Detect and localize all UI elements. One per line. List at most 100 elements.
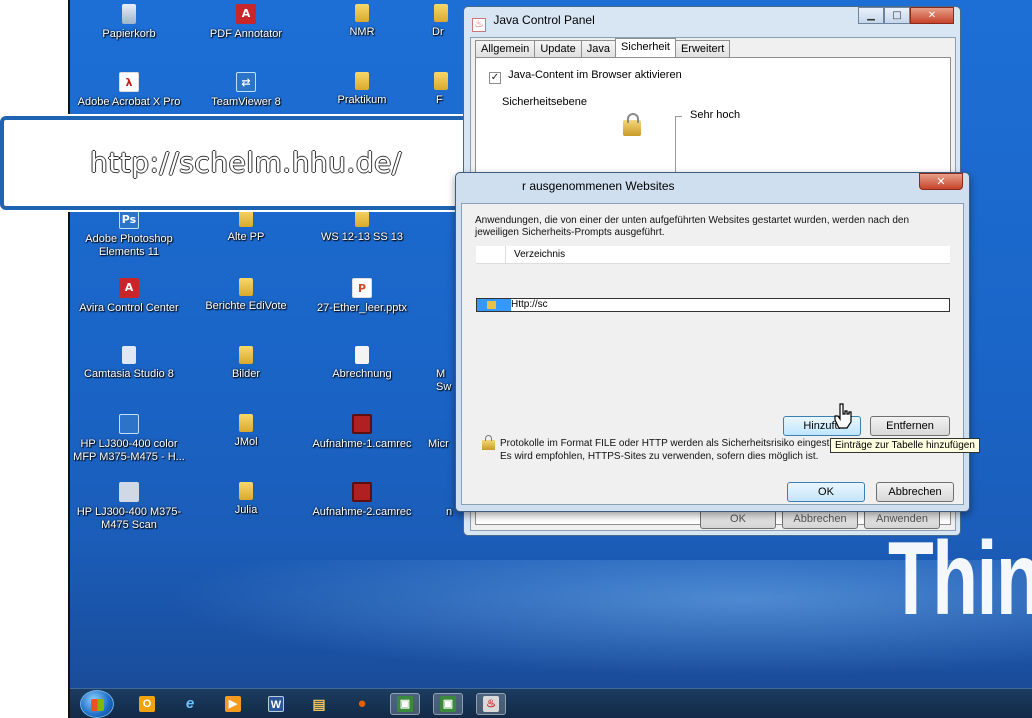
minimize-button[interactable]: ▁ xyxy=(858,7,884,24)
java-content-checkbox-row[interactable]: ✓ Java-Content im Browser aktivieren xyxy=(489,69,682,84)
tab-bar: Allgemein Update Java Sicherheit Erweite… xyxy=(475,38,731,57)
desktop-icon-nmr[interactable]: NMR xyxy=(303,4,421,39)
warning-lock-icon xyxy=(482,435,495,450)
taskbar-outlook[interactable]: O xyxy=(132,693,162,715)
desktop-icon-hp-scan[interactable]: HP LJ300-400 M375-M475 Scan xyxy=(70,482,188,532)
warning-line-2: Es wird empfohlen, HTTPS-Sites zu verwen… xyxy=(500,451,819,462)
tab-sicherheit[interactable]: Sicherheit xyxy=(615,38,676,57)
file-explorer-icon: ▤ xyxy=(312,696,326,712)
security-level-slider[interactable] xyxy=(675,116,676,176)
desktop-icon-pdf-annotator[interactable]: A PDF Annotator xyxy=(187,4,305,41)
taskbar-firefox[interactable]: ● xyxy=(347,693,377,715)
tab-allgemein[interactable]: Allgemein xyxy=(475,40,536,57)
camtasia-icon xyxy=(122,346,136,364)
slider-tick xyxy=(675,116,682,117)
taskbar-internet-explorer[interactable]: e xyxy=(175,693,205,715)
printer-icon xyxy=(119,414,139,434)
desktop-icon-ether-pptx[interactable]: P 27-Ether_leer.pptx xyxy=(303,278,421,315)
folder-icon xyxy=(239,482,253,500)
acrobat-icon: λ xyxy=(119,72,139,92)
desktop-icon-f[interactable]: F xyxy=(420,72,460,107)
dialog-title: r ausgenommenen Websites xyxy=(522,179,675,193)
tab-java[interactable]: Java xyxy=(580,40,617,57)
folder-icon xyxy=(239,414,253,432)
folder-icon xyxy=(239,346,253,364)
window-controls: ▁ □ ✕ xyxy=(858,7,954,25)
header-blank-cell xyxy=(476,246,506,264)
security-warning-text: Protokolle im Format FILE oder HTTP werd… xyxy=(500,437,840,463)
dialog-description: Anwendungen, die von einer der unten auf… xyxy=(475,215,909,238)
exception-site-list-dialog: r ausgenommenen Websites ✕ Anwendungen, … xyxy=(455,172,970,512)
java-content-checkbox-label: Java-Content im Browser aktivieren xyxy=(508,69,682,81)
taskbar-camtasia-studio[interactable]: ▣ xyxy=(433,693,463,715)
camrec-file-icon xyxy=(352,414,372,434)
jcp-ok-button[interactable]: OK xyxy=(700,509,776,529)
desktop-icon-jmol[interactable]: JMol xyxy=(187,414,305,449)
camtasia-studio-icon: ▣ xyxy=(440,696,456,712)
powerpoint-file-icon: P xyxy=(352,278,372,298)
java-content-checkbox[interactable]: ✓ xyxy=(489,72,501,84)
media-player-icon: ▶ xyxy=(225,696,241,712)
dialog-close-button[interactable]: ✕ xyxy=(919,173,963,190)
windows-logo-icon xyxy=(91,699,104,711)
desktop-icon-ws[interactable]: WS 12-13 SS 13 xyxy=(303,209,421,244)
desktop-icon-acrobat[interactable]: λ Adobe Acrobat X Pro xyxy=(70,72,188,109)
desktop-icon-avira[interactable]: A Avira Control Center xyxy=(70,278,188,315)
start-button[interactable] xyxy=(80,690,114,718)
left-margin xyxy=(0,0,70,718)
desktop-icon-alte-pp[interactable]: Alte PP xyxy=(187,209,305,244)
folder-icon xyxy=(355,209,369,227)
teamviewer-icon: ⇄ xyxy=(236,72,256,92)
desktop-icon-julia[interactable]: Julia xyxy=(187,482,305,517)
security-level-label: Sicherheitsebene xyxy=(502,96,588,108)
firefox-icon: ● xyxy=(357,695,367,712)
desktop-icon-camtasia[interactable]: Camtasia Studio 8 xyxy=(70,346,188,381)
desktop-icon-n[interactable]: n xyxy=(420,482,460,519)
taskbar-file-explorer[interactable]: ▤ xyxy=(304,693,334,715)
desktop-icon-aufnahme-2[interactable]: Aufnahme-2.camrec xyxy=(303,482,421,519)
desktop-icon-aufnahme-1[interactable]: Aufnahme-1.camrec xyxy=(303,414,421,451)
desktop-icon-photoshop[interactable]: Ps Adobe Photoshop Elements 11 xyxy=(70,209,188,259)
desktop-icon-praktikum[interactable]: Praktikum xyxy=(303,72,421,107)
jcp-apply-button[interactable]: Anwenden xyxy=(864,509,940,529)
maximize-button[interactable]: □ xyxy=(884,7,910,24)
table-row[interactable]: Http://sc xyxy=(476,298,950,312)
desktop-icon-abrechnung[interactable]: Abrechnung xyxy=(303,346,421,381)
site-table-body: Http://sc xyxy=(476,264,950,414)
taskbar-camtasia-recorder[interactable]: ▣ xyxy=(390,693,420,715)
desktop-icon-teamviewer[interactable]: ⇄ TeamViewer 8 xyxy=(187,72,305,109)
row-selection-cell xyxy=(477,299,511,311)
level-very-high-label: Sehr hoch xyxy=(690,109,741,121)
tab-erweitert[interactable]: Erweitert xyxy=(674,40,731,57)
dialog-cancel-button[interactable]: Abbrechen xyxy=(876,482,954,502)
taskbar: O e ▶ W ▤ ● ▣ ▣ ♨ xyxy=(70,688,1032,718)
desktop-icon-dr[interactable]: Dr xyxy=(420,4,460,39)
internet-explorer-icon: e xyxy=(185,695,195,712)
remove-button[interactable]: Entfernen xyxy=(870,416,950,436)
document-icon xyxy=(355,346,369,364)
dialog-ok-button[interactable]: OK xyxy=(787,482,865,502)
tab-update[interactable]: Update xyxy=(534,40,582,57)
desktop-icon-micr[interactable]: Micr xyxy=(420,414,460,451)
site-table-header: Verzeichnis xyxy=(476,246,950,264)
close-button[interactable]: ✕ xyxy=(910,7,954,24)
app-icon xyxy=(434,414,454,434)
desktop-icon-berichte[interactable]: Berichte EdiVote xyxy=(187,278,305,313)
taskbar-java-control-panel[interactable]: ♨ xyxy=(476,693,506,715)
desktop-icon-m[interactable]: M Sw xyxy=(420,346,460,394)
dialog-content: Anwendungen, die von einer der unten auf… xyxy=(461,203,964,505)
photoshop-icon: Ps xyxy=(119,209,139,229)
word-icon: W xyxy=(268,696,284,712)
lock-icon xyxy=(487,301,496,309)
column-header-verzeichnis[interactable]: Verzeichnis xyxy=(514,246,565,264)
desktop-icon-papierkorb[interactable]: Papierkorb xyxy=(70,4,188,41)
site-url-input[interactable]: Http://sc xyxy=(511,299,548,311)
camtasia-recorder-icon: ▣ xyxy=(397,696,413,712)
app-icon xyxy=(434,482,454,502)
taskbar-media-player[interactable]: ▶ xyxy=(218,693,248,715)
desktop-icon-bilder[interactable]: Bilder xyxy=(187,346,305,381)
jcp-cancel-button[interactable]: Abbrechen xyxy=(782,509,858,529)
desktop-icon-hp-color[interactable]: HP LJ300-400 color MFP M375-M475 - H... xyxy=(70,414,188,464)
folder-icon xyxy=(434,72,448,90)
taskbar-word[interactable]: W xyxy=(261,693,291,715)
